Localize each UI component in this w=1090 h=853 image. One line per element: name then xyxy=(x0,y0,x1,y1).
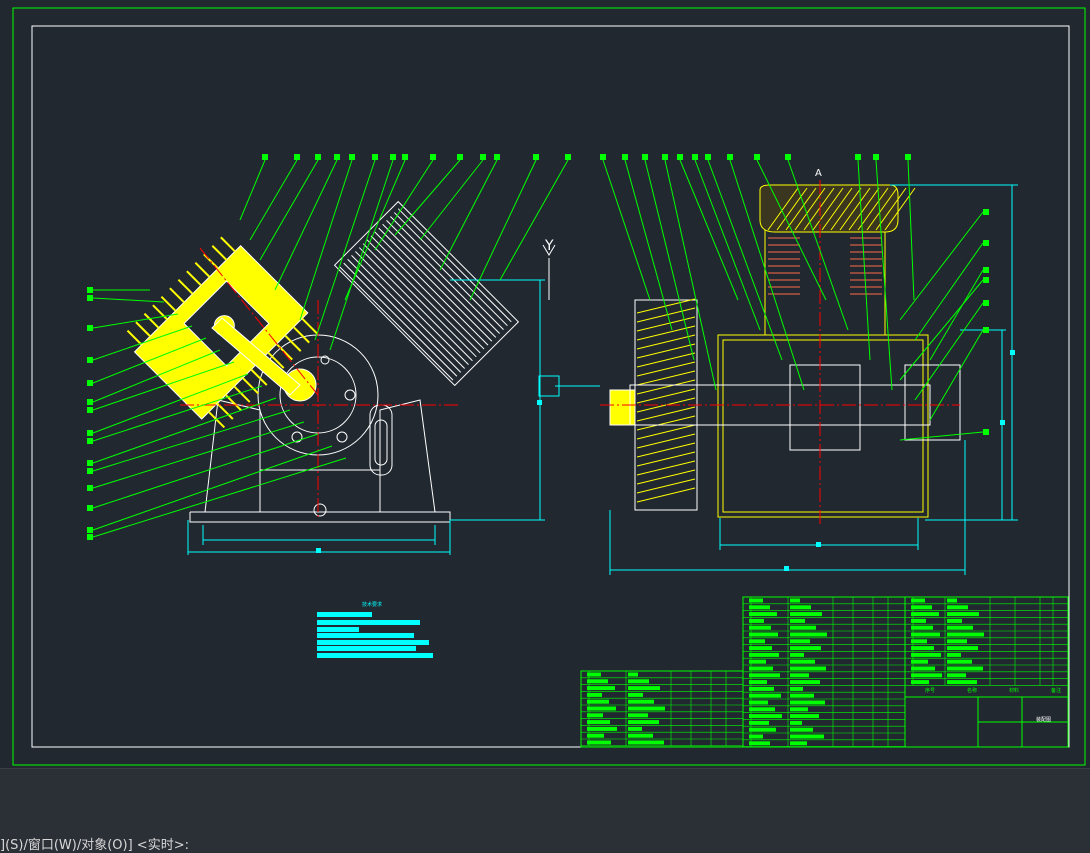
parts-header-3: 备注 xyxy=(1051,687,1061,694)
left-view: Y xyxy=(126,200,600,555)
command-line[interactable]: ](S)/窗口(W)/对象(O)] <实时>: xyxy=(0,834,189,853)
parts-header-1: 名称 xyxy=(967,687,977,694)
view-arrow-label: Y xyxy=(544,238,554,254)
parts-header-0: 序号 xyxy=(925,687,935,694)
tech-notes-title: 技术要求 xyxy=(362,601,382,608)
crankcase-section xyxy=(717,334,929,518)
right-cylinder xyxy=(333,200,520,387)
view-section-label: A xyxy=(815,168,822,179)
drawing-canvas[interactable]: Y A 技术要求 装配图 序号 名称 材料 备注 xyxy=(0,0,1090,768)
cad-drawing: Y A 技术要求 装配图 序号 名称 材料 备注 xyxy=(12,7,1086,766)
title-block-name: 装配图 xyxy=(1036,716,1051,723)
tech-notes: 技术要求 xyxy=(317,601,433,658)
right-view: A xyxy=(600,168,1018,575)
cylinder-section xyxy=(764,229,886,336)
parts-header-2: 材料 xyxy=(1009,687,1019,694)
